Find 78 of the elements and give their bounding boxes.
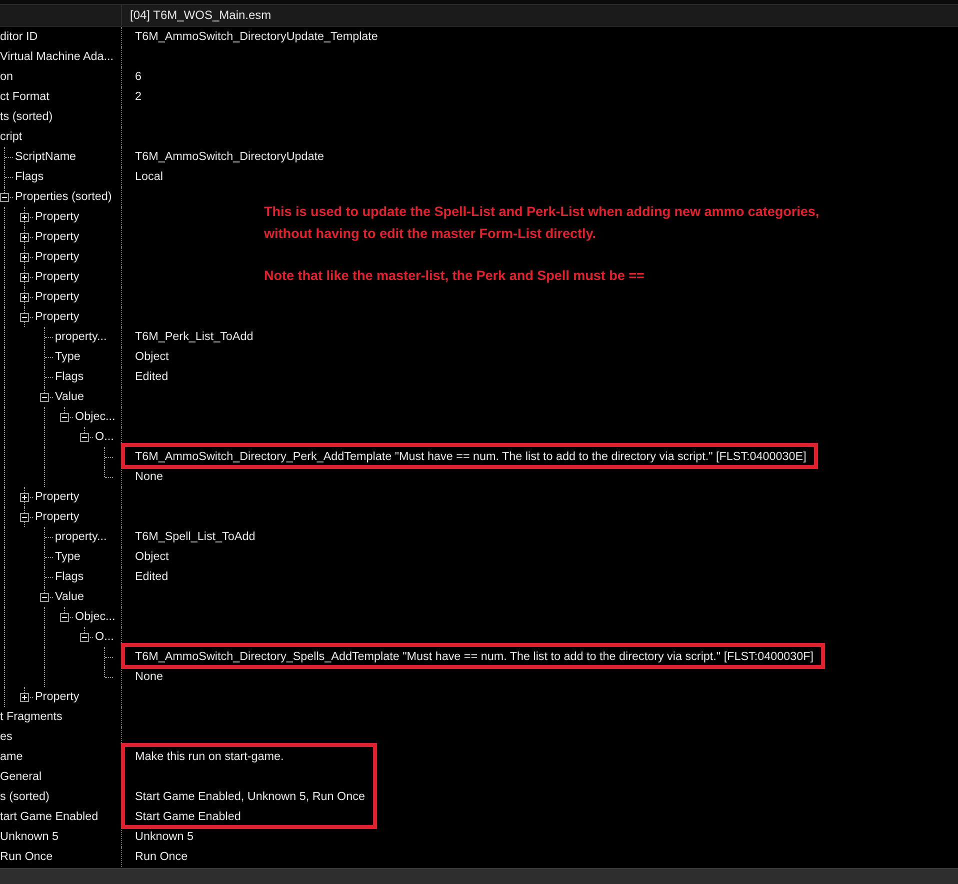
tree-item-label[interactable]: tart Game Enabled	[0, 807, 98, 827]
collapse-icon[interactable]	[60, 613, 69, 622]
field-value: T6M_AmmoSwitch_Directory_Perk_AddTemplate "Must have == num. The list to add to the directory via script." [FLST:0400030E]	[135, 450, 806, 463]
tree-item-label[interactable]: Property	[35, 227, 80, 247]
expand-icon[interactable]	[20, 233, 29, 242]
tree-item-label[interactable]: O...	[95, 427, 114, 447]
field-value: Start Game Enabled	[135, 810, 241, 823]
tree-item-label[interactable]: ts (sorted)	[0, 107, 53, 127]
tree-item-label[interactable]: es	[0, 727, 12, 747]
tree-item-label[interactable]: Property	[35, 207, 80, 227]
tree-item-label[interactable]: Property	[35, 687, 80, 707]
tree-item-label[interactable]: Flags	[55, 567, 84, 587]
tree-item-label[interactable]: Value	[55, 587, 84, 607]
tree-item-label[interactable]: Type	[55, 547, 80, 567]
tree-item-label[interactable]: Unknown 5	[0, 827, 58, 847]
tree-item-label[interactable]: cript	[0, 127, 22, 147]
tree-item-label[interactable]: t Fragments	[0, 707, 62, 727]
expand-icon[interactable]	[20, 213, 29, 222]
field-value: Edited	[135, 570, 168, 583]
tree-item-label[interactable]: Flags	[15, 167, 44, 187]
collapse-icon[interactable]	[20, 513, 29, 522]
field-value: Object	[135, 550, 169, 563]
collapse-icon[interactable]	[80, 433, 89, 442]
collapse-icon[interactable]	[60, 413, 69, 422]
collapse-icon[interactable]	[40, 593, 49, 602]
tree-item-label[interactable]: Value	[55, 387, 84, 407]
tree-item-label[interactable]: on	[0, 67, 14, 87]
field-value: 2	[135, 90, 142, 103]
tree-item-label[interactable]: O...	[95, 627, 114, 647]
field-value: Unknown 5	[135, 830, 194, 843]
tree-item-label[interactable]: Properties (sorted)	[15, 187, 112, 207]
tree-item-label[interactable]: Property	[35, 247, 80, 267]
tree-item-label[interactable]: General	[0, 767, 42, 787]
collapse-icon[interactable]	[20, 313, 29, 322]
tree-item-label[interactable]: Objec...	[75, 607, 116, 627]
annotation-text: This is used to update the Spell-List and Perk-List when adding new ammo categories, without having to edit the master Form-List directly.	[264, 203, 820, 243]
field-value: Run Once	[135, 850, 188, 863]
collapse-icon[interactable]	[0, 193, 9, 202]
expand-icon[interactable]	[20, 293, 29, 302]
annotation-text: Note that like the master-list, the Perk and Spell must be ==	[264, 267, 646, 285]
tree-item-label[interactable]: property...	[55, 327, 107, 347]
field-value: T6M_Perk_List_ToAdd	[135, 330, 254, 343]
collapse-icon[interactable]	[80, 633, 89, 642]
tree-item-label[interactable]: Type	[55, 347, 80, 367]
field-value: Object	[135, 350, 169, 363]
expand-icon[interactable]	[20, 693, 29, 702]
tree-item-label[interactable]: Property	[35, 307, 80, 327]
field-value: 6	[135, 70, 142, 83]
expand-icon[interactable]	[20, 493, 29, 502]
collapse-icon[interactable]	[40, 393, 49, 402]
field-value: Make this run on start-game.	[135, 750, 284, 763]
field-value: T6M_Spell_List_ToAdd	[135, 530, 256, 543]
tree-item-label[interactable]: ditor ID	[0, 27, 38, 47]
tree-item-label[interactable]: Flags	[55, 367, 84, 387]
horizontal-scrollbar[interactable]	[0, 868, 958, 884]
column-header[interactable]: [04] T6M_WOS_Main.esm	[122, 5, 272, 26]
tree-item-label[interactable]: Property	[35, 287, 80, 307]
expand-icon[interactable]	[20, 273, 29, 282]
tree-item-label[interactable]: Property	[35, 487, 80, 507]
field-value: T6M_AmmoSwitch_DirectoryUpdate	[135, 150, 324, 163]
tree-item-label[interactable]: Virtual Machine Ada...	[0, 47, 114, 67]
tree-item-label[interactable]: Property	[35, 507, 80, 527]
field-value: Edited	[135, 370, 168, 383]
field-value: T6M_AmmoSwitch_DirectoryUpdate_Template	[135, 30, 378, 43]
tree-item-label[interactable]: property...	[55, 527, 107, 547]
field-value: None	[135, 670, 163, 683]
tree-item-label[interactable]: Property	[35, 267, 80, 287]
field-value: T6M_AmmoSwitch_Directory_Spells_AddTemplate "Must have == num. The list to add to the directory via script." [FLST:0400030F]	[135, 650, 814, 663]
tree-item-label[interactable]: Objec...	[75, 407, 116, 427]
tree-item-label[interactable]: Run Once	[0, 847, 53, 867]
expand-icon[interactable]	[20, 253, 29, 262]
tree-item-label[interactable]: ct Format	[0, 87, 50, 107]
tree-item-label[interactable]: ScriptName	[15, 147, 76, 167]
tree-item-label[interactable]: s (sorted)	[0, 787, 50, 807]
tree-item-label[interactable]: ame	[0, 747, 23, 767]
field-value: None	[135, 470, 163, 483]
field-value: Local	[135, 170, 163, 183]
field-value: Start Game Enabled, Unknown 5, Run Once	[135, 790, 365, 803]
